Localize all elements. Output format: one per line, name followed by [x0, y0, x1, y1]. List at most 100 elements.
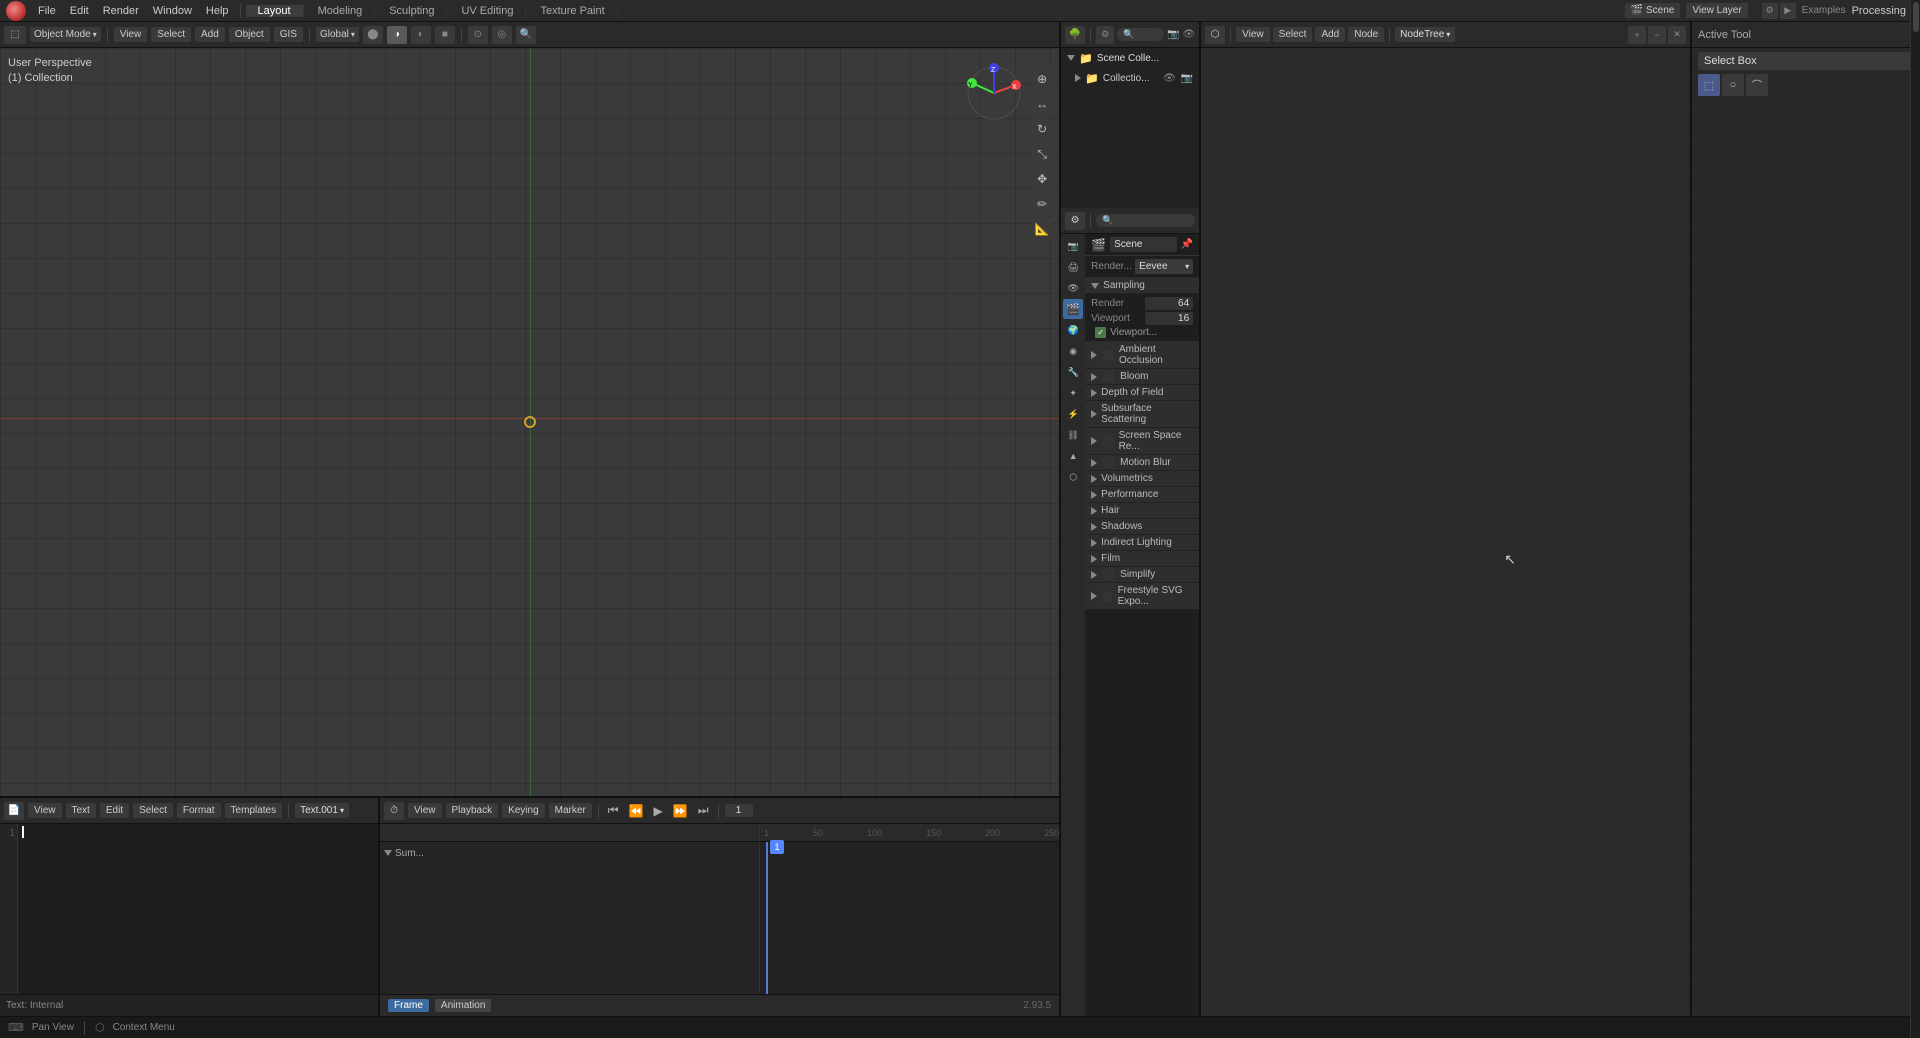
- ol-cam-icon[interactable]: 📷: [1167, 29, 1179, 40]
- scene-name-input[interactable]: Scene: [1110, 237, 1177, 252]
- freestyle-header[interactable]: Freestyle SVG Expo...: [1085, 583, 1199, 610]
- menu-file[interactable]: File: [32, 3, 62, 19]
- prop-physics-btn[interactable]: ⚡: [1063, 404, 1083, 424]
- workspace-tab-modeling[interactable]: Modeling: [306, 5, 376, 17]
- nav-gizmo[interactable]: X Y Z: [964, 63, 1024, 123]
- workspace-tab-uv[interactable]: UV Editing: [449, 5, 526, 17]
- transform-tool[interactable]: ✥: [1031, 168, 1053, 190]
- text-content[interactable]: [18, 824, 378, 994]
- tl-view-btn[interactable]: View: [408, 803, 442, 818]
- tl-keying-btn[interactable]: Keying: [502, 803, 545, 818]
- search-btn[interactable]: 🔍: [516, 26, 536, 44]
- shading-wire[interactable]: ⬤: [363, 26, 383, 44]
- text-file-selector[interactable]: Text.001 ▾: [295, 803, 349, 818]
- scale-tool[interactable]: ⤡: [1031, 143, 1053, 165]
- shading-material[interactable]: ◐: [411, 26, 431, 44]
- prop-modifier-btn[interactable]: 🔧: [1063, 362, 1083, 382]
- frame-input[interactable]: 1: [725, 804, 753, 817]
- ne-remove-datablock[interactable]: −: [1648, 26, 1666, 44]
- prop-world-btn[interactable]: 🌍: [1063, 320, 1083, 340]
- tool-icon-box[interactable]: ⬚: [1698, 74, 1720, 96]
- ao-checkbox-inline[interactable]: [1103, 350, 1113, 361]
- ol-type-icon[interactable]: 🌳: [1065, 26, 1085, 44]
- annotate-tool[interactable]: ✏: [1031, 193, 1053, 215]
- view-menu[interactable]: View: [114, 27, 148, 42]
- render-val[interactable]: 64: [1145, 297, 1193, 310]
- te-menu-text[interactable]: Text: [66, 803, 96, 818]
- ne-add-datablock[interactable]: +: [1628, 26, 1646, 44]
- prop-object-btn[interactable]: ◉: [1063, 341, 1083, 361]
- prop-constraints-btn[interactable]: ⛓: [1063, 425, 1083, 445]
- tl-animation-tab[interactable]: Animation: [435, 999, 491, 1012]
- tl-jump-start[interactable]: ⏮: [605, 803, 622, 818]
- tl-type-icon[interactable]: ⏱: [384, 802, 404, 820]
- motion-blur-header[interactable]: Motion Blur: [1085, 455, 1199, 471]
- shading-solid[interactable]: ◑: [387, 26, 407, 44]
- ol-eye-icon[interactable]: 👁: [1182, 29, 1195, 40]
- sampling-section-header[interactable]: Sampling: [1085, 278, 1199, 294]
- tl-jump-prev[interactable]: ⏪: [626, 804, 647, 818]
- menu-window[interactable]: Window: [147, 3, 198, 19]
- ne-select-btn[interactable]: Select: [1273, 27, 1313, 42]
- ne-type-icon[interactable]: ⬡: [1205, 26, 1225, 44]
- move-tool[interactable]: ↔: [1031, 93, 1053, 115]
- pin-icon[interactable]: 📌: [1181, 239, 1193, 250]
- ne-settings[interactable]: ✕: [1668, 26, 1686, 44]
- viewport-denoise-checkbox[interactable]: ✓: [1095, 327, 1106, 338]
- eye-icon[interactable]: 👁: [1163, 73, 1176, 84]
- indirect-lighting-header[interactable]: Indirect Lighting: [1085, 535, 1199, 551]
- tl-jump-end[interactable]: ⏭: [695, 803, 712, 818]
- te-menu-view[interactable]: View: [28, 803, 62, 818]
- performance-header[interactable]: Performance: [1085, 487, 1199, 503]
- editor-type-btn[interactable]: ⬚: [4, 26, 26, 44]
- measure-tool[interactable]: 📐: [1031, 218, 1053, 240]
- select-menu[interactable]: Select: [151, 27, 191, 42]
- mb-checkbox-inline[interactable]: [1103, 457, 1114, 468]
- ol-scene-collection[interactable]: 📁 Scene Colle...: [1061, 48, 1199, 68]
- tl-jump-next[interactable]: ⏩: [670, 804, 691, 818]
- simplify-header[interactable]: Simplify: [1085, 567, 1199, 583]
- volumetrics-header[interactable]: Volumetrics: [1085, 471, 1199, 487]
- bloom-header[interactable]: Bloom: [1085, 369, 1199, 385]
- mode-dropdown[interactable]: Object Mode ▾: [30, 27, 101, 42]
- prop-material-btn[interactable]: ⬡: [1063, 467, 1083, 487]
- prop-view-layer-btn[interactable]: 👁: [1063, 278, 1083, 298]
- overlay-btn[interactable]: ⊙: [468, 26, 488, 44]
- object-menu[interactable]: Object: [229, 27, 270, 42]
- te-menu-format[interactable]: Format: [177, 803, 221, 818]
- prop-scene-btn[interactable]: 🎬: [1063, 299, 1083, 319]
- props-search[interactable]: 🔍: [1096, 214, 1195, 227]
- te-menu-templates[interactable]: Templates: [225, 803, 283, 818]
- prop-particles-btn[interactable]: ✦: [1063, 383, 1083, 403]
- add-menu[interactable]: Add: [195, 27, 225, 42]
- render-engine-dropdown[interactable]: Eevee ▾: [1135, 259, 1193, 274]
- text-editor-body[interactable]: 1: [0, 824, 378, 994]
- workspace-tab-layout[interactable]: Layout: [246, 5, 304, 17]
- track-area[interactable]: 1: [760, 842, 1059, 994]
- tl-frame-tab[interactable]: Frame: [388, 999, 429, 1012]
- film-header[interactable]: Film: [1085, 551, 1199, 567]
- view-layer-field[interactable]: View Layer: [1686, 3, 1747, 18]
- tl-marker-btn[interactable]: Marker: [549, 803, 592, 818]
- prop-data-btn[interactable]: ▲: [1063, 446, 1083, 466]
- gis-menu[interactable]: GIS: [274, 27, 303, 42]
- 3d-viewport[interactable]: User Perspective (1) Collection X Y: [0, 48, 1059, 796]
- ne-view-btn[interactable]: View: [1236, 27, 1270, 42]
- prop-output-btn[interactable]: 🖨: [1063, 257, 1083, 277]
- ne-nodetree-select[interactable]: NodeTree ▾: [1395, 27, 1455, 42]
- ol-collection[interactable]: 📁 Collectio... 👁 📷: [1061, 68, 1199, 88]
- global-dropdown[interactable]: Global ▾: [316, 27, 359, 42]
- blender-logo[interactable]: [6, 1, 26, 21]
- menu-help[interactable]: Help: [200, 3, 235, 19]
- sidebar-scrollbar[interactable]: [1910, 22, 1920, 1016]
- ambient-occlusion-header[interactable]: Ambient Occlusion: [1085, 342, 1199, 369]
- menu-render[interactable]: Render: [97, 3, 145, 19]
- gizmo-btn[interactable]: ◎: [492, 26, 512, 44]
- bloom-checkbox-inline[interactable]: [1103, 371, 1114, 382]
- simplify-checkbox-inline[interactable]: [1103, 569, 1114, 580]
- ol-search-bar[interactable]: 🔍: [1117, 28, 1164, 41]
- tl-play-btn[interactable]: ▶: [651, 804, 666, 818]
- properties-scroll[interactable]: 🎬 Scene 📌 Render... Eevee ▾: [1085, 234, 1199, 1016]
- ne-node-btn[interactable]: Node: [1348, 27, 1384, 42]
- props-type-icon[interactable]: ⚙: [1065, 212, 1085, 230]
